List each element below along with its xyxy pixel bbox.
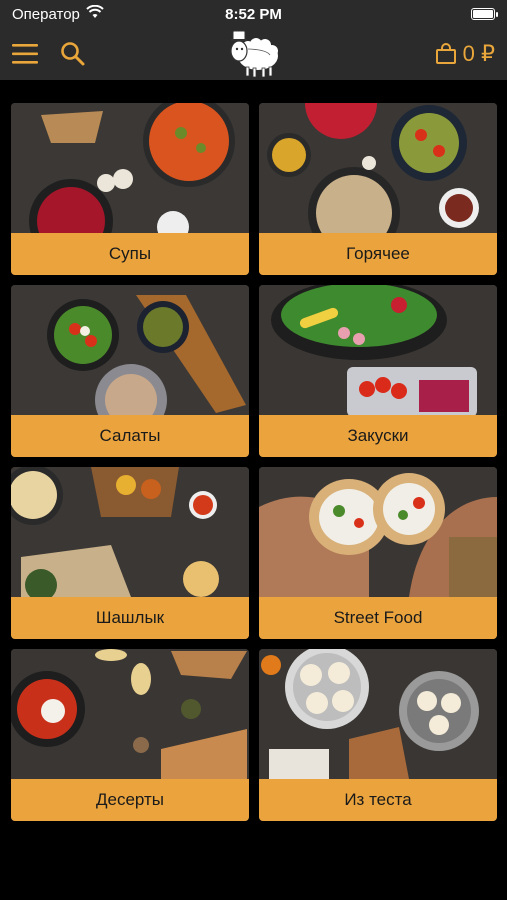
category-card-soups[interactable]: Супы bbox=[11, 103, 249, 275]
category-card-appetizers[interactable]: Закуски bbox=[259, 285, 497, 457]
status-left: Оператор bbox=[12, 4, 104, 23]
sheep-logo-icon bbox=[229, 30, 278, 78]
category-label: Супы bbox=[11, 233, 249, 275]
menu-button[interactable] bbox=[12, 43, 40, 65]
category-label: Street Food bbox=[259, 597, 497, 639]
sheep-logo[interactable] bbox=[224, 28, 284, 80]
shashlik-photo bbox=[11, 467, 249, 597]
category-card-desserts[interactable]: Десерты bbox=[11, 649, 249, 821]
appetizers-photo bbox=[259, 285, 497, 415]
category-card-hot[interactable]: Горячее bbox=[259, 103, 497, 275]
carrier-name: Оператор bbox=[12, 5, 80, 23]
category-card-salads[interactable]: Салаты bbox=[11, 285, 249, 457]
category-label: Из теста bbox=[259, 779, 497, 821]
category-card-street-food[interactable]: Street Food bbox=[259, 467, 497, 639]
desserts-photo bbox=[11, 649, 249, 779]
category-label: Закуски bbox=[259, 415, 497, 457]
dumplings-photo bbox=[259, 649, 497, 779]
cart-button[interactable]: 0 ₽ bbox=[435, 41, 495, 67]
salads-photo bbox=[11, 285, 249, 415]
hamburger-icon bbox=[12, 44, 38, 64]
category-label: Шашлык bbox=[11, 597, 249, 639]
shopping-bag-icon bbox=[435, 43, 456, 64]
nav-bar: 0 ₽ bbox=[0, 28, 507, 80]
status-bar: Оператор 8:52 PM bbox=[0, 0, 507, 28]
category-card-shashlik[interactable]: Шашлык bbox=[11, 467, 249, 639]
wifi-icon bbox=[86, 4, 104, 23]
category-label: Десерты bbox=[11, 779, 249, 821]
cart-total: 0 ₽ bbox=[462, 41, 495, 66]
category-card-dough[interactable]: Из теста bbox=[259, 649, 497, 821]
search-button[interactable] bbox=[60, 41, 86, 67]
category-label: Горячее bbox=[259, 233, 497, 275]
app-screen: Оператор 8:52 PM 0 ₽ Супы Горячее Салаты… bbox=[0, 0, 507, 900]
battery-icon bbox=[471, 8, 498, 20]
soup-bowls-photo bbox=[11, 103, 249, 233]
category-label: Салаты bbox=[11, 415, 249, 457]
hot-dishes-photo bbox=[259, 103, 497, 233]
category-grid: Супы Горячее Салаты Закуски Шашлык Stree… bbox=[11, 103, 497, 821]
search-icon bbox=[61, 42, 85, 66]
wrap-photo bbox=[259, 467, 497, 597]
